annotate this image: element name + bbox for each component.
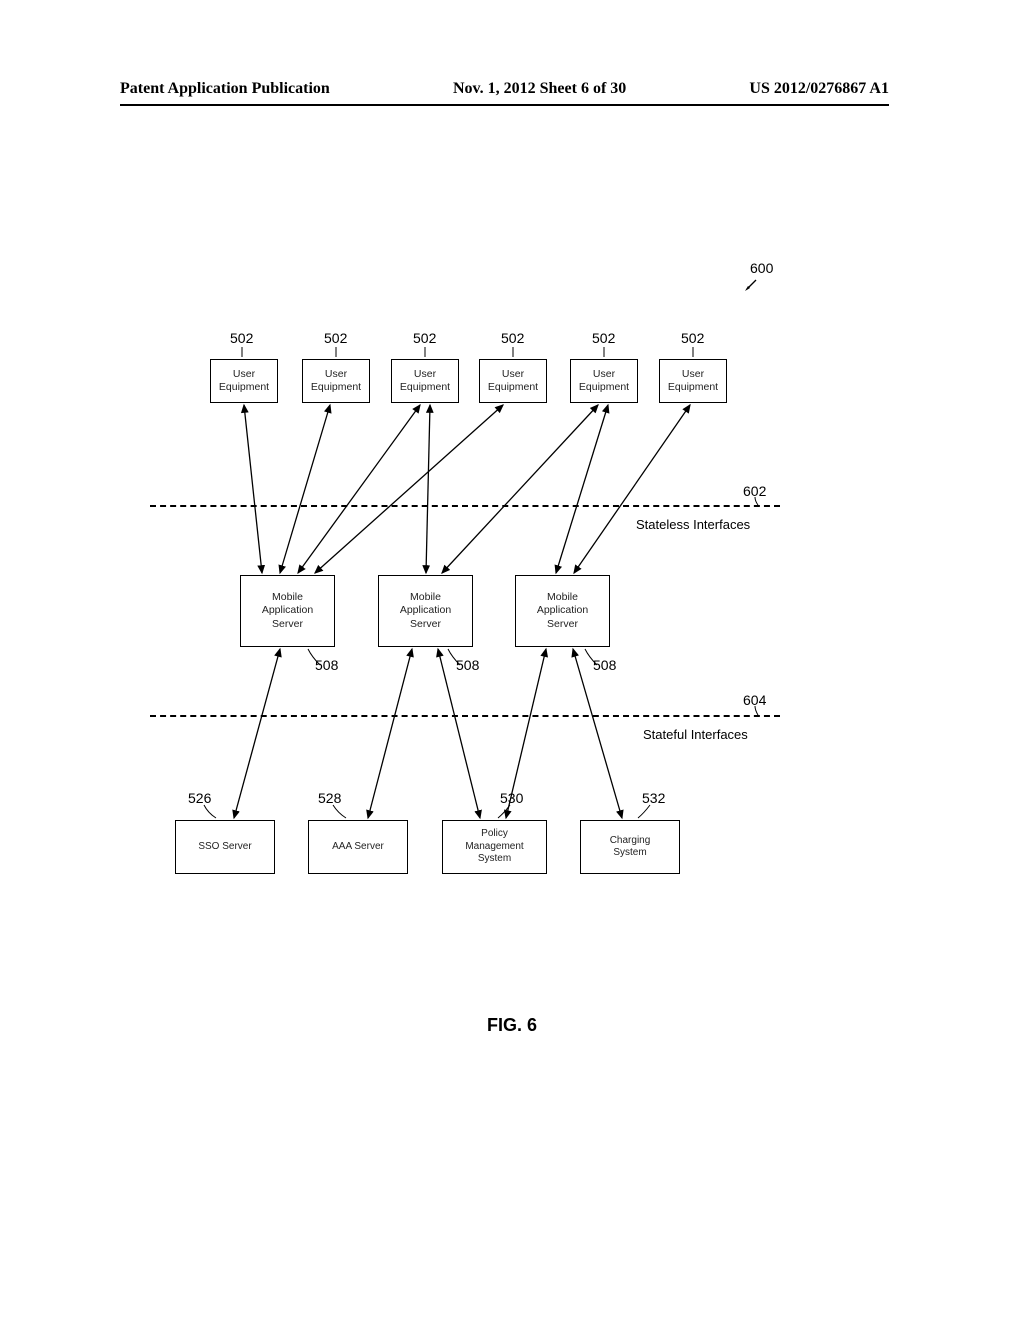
box-ue-2: User Equipment [302, 359, 370, 403]
box-ue-2-label: User Equipment [311, 368, 361, 394]
box-mas-2: Mobile Application Server [378, 575, 473, 647]
box-policy: Policy Management System [442, 820, 547, 874]
box-ue-6: User Equipment [659, 359, 727, 403]
ref-ue-4: 502 [501, 330, 524, 346]
box-ue-6-label: User Equipment [668, 368, 718, 394]
ref-ue-5: 502 [592, 330, 615, 346]
box-ue-3: User Equipment [391, 359, 459, 403]
box-ue-5-label: User Equipment [579, 368, 629, 394]
box-charging: Charging System [580, 820, 680, 874]
box-mas-3-label: Mobile Application Server [537, 591, 588, 630]
ref-policy: 530 [500, 790, 523, 806]
ref-figure-arrow [744, 278, 758, 292]
ref-ue-3: 502 [413, 330, 436, 346]
ref-figure: 600 [750, 260, 773, 276]
ref-mas-3: 508 [593, 657, 616, 673]
label-stateful: Stateful Interfaces [643, 727, 748, 742]
ref-charging: 532 [642, 790, 665, 806]
box-mas-1-label: Mobile Application Server [262, 591, 313, 630]
figure-diagram: 600 502 502 502 502 502 502 User Equipme… [180, 265, 800, 965]
ref-ue-1: 502 [230, 330, 253, 346]
ref-mas-2: 508 [456, 657, 479, 673]
box-ue-5: User Equipment [570, 359, 638, 403]
box-mas-2-label: Mobile Application Server [400, 591, 451, 630]
divider-stateless [150, 505, 780, 507]
ref-stateless: 602 [743, 483, 766, 499]
box-mas-1: Mobile Application Server [240, 575, 335, 647]
figure-caption: FIG. 6 [0, 1015, 1024, 1036]
box-ue-3-label: User Equipment [400, 368, 450, 394]
box-aaa: AAA Server [308, 820, 408, 874]
ref-ue-2: 502 [324, 330, 347, 346]
box-sso: SSO Server [175, 820, 275, 874]
box-aaa-label: AAA Server [332, 841, 384, 854]
box-ue-4: User Equipment [479, 359, 547, 403]
divider-stateful [150, 715, 780, 717]
header-center: Nov. 1, 2012 Sheet 6 of 30 [453, 80, 626, 98]
box-sso-label: SSO Server [198, 841, 251, 854]
box-mas-3: Mobile Application Server [515, 575, 610, 647]
label-stateless: Stateless Interfaces [636, 517, 750, 532]
box-ue-1: User Equipment [210, 359, 278, 403]
ref-ue-6: 502 [681, 330, 704, 346]
page-header: Patent Application Publication Nov. 1, 2… [120, 80, 889, 106]
header-left: Patent Application Publication [120, 80, 330, 98]
ref-sso: 526 [188, 790, 211, 806]
box-charging-label: Charging System [610, 835, 651, 860]
box-ue-4-label: User Equipment [488, 368, 538, 394]
ref-stateful: 604 [743, 692, 766, 708]
box-policy-label: Policy Management System [465, 828, 523, 866]
header-right: US 2012/0276867 A1 [749, 80, 889, 98]
box-ue-1-label: User Equipment [219, 368, 269, 394]
ref-aaa: 528 [318, 790, 341, 806]
ref-mas-1: 508 [315, 657, 338, 673]
